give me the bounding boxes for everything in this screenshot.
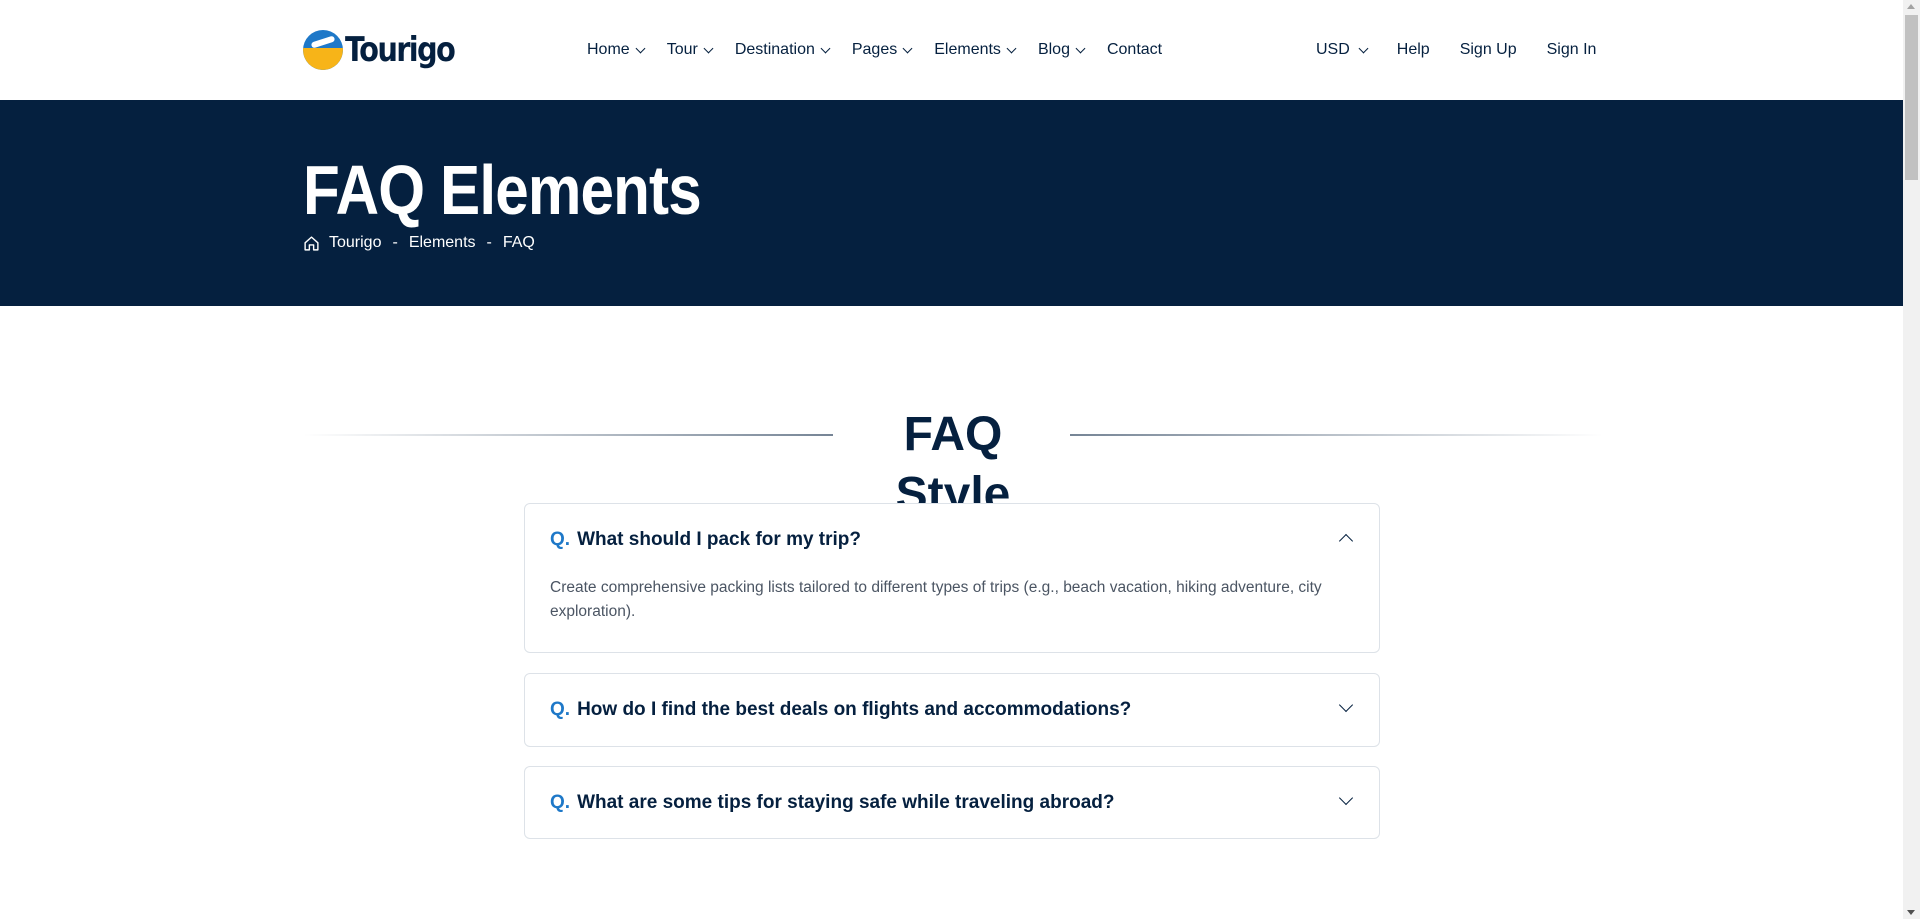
chevron-down-icon (820, 43, 831, 53)
scroll-down-arrow-icon[interactable] (1907, 910, 1915, 915)
nav-item-destination[interactable]: Destination (734, 41, 831, 59)
nav-item-label: Home (587, 41, 630, 58)
faq-question-toggle[interactable]: Q. How do I find the best deals on fligh… (525, 674, 1379, 746)
page-scrollbar[interactable] (1903, 0, 1920, 919)
nav-item-label: Elements (934, 41, 1001, 58)
chevron-down-icon[interactable] (1338, 790, 1354, 806)
divider-line (1070, 434, 1603, 436)
nav-item-contact[interactable]: Contact (1107, 41, 1162, 59)
faq-question: How do I find the best deals on flights … (577, 699, 1132, 720)
chevron-down-icon (1358, 43, 1369, 53)
breadcrumb: Tourigo - Elements - FAQ (303, 234, 535, 252)
scroll-up-arrow-icon[interactable] (1907, 4, 1915, 9)
breadcrumb-separator: - (486, 234, 492, 251)
currency-label: USD (1316, 41, 1350, 58)
logo-text: Tourigo (345, 30, 456, 70)
faq-answer: Create comprehensive packing lists tailo… (550, 579, 1322, 620)
faq-question-toggle[interactable]: Q. What should I pack for my trip? (525, 504, 1379, 576)
chevron-up-icon[interactable] (1338, 533, 1354, 549)
chevron-down-icon (902, 43, 913, 53)
faq-question-toggle[interactable]: Q. What are some tips for staying safe w… (525, 767, 1379, 839)
faq-question: What should I pack for my trip? (577, 529, 862, 550)
breadcrumb-item-home[interactable]: Tourigo (329, 234, 381, 252)
faq-question: What are some tips for staying safe whil… (577, 792, 1115, 813)
nav-item-label: Destination (734, 41, 815, 58)
nav-item-label: Contact (1106, 41, 1163, 58)
divider-line (303, 434, 833, 436)
home-icon[interactable] (303, 235, 320, 252)
nav-item-tour[interactable]: Tour (666, 41, 714, 59)
nav-item-blog[interactable]: Blog (1037, 41, 1086, 59)
page-title: FAQ Elements (303, 151, 702, 229)
nav-item-label: Pages (851, 41, 898, 58)
currency-select[interactable]: USD (1316, 41, 1369, 59)
faq-item: Q. What are some tips for staying safe w… (524, 766, 1380, 839)
nav-item-elements[interactable]: Elements (934, 41, 1017, 59)
site-header: Tourigo Home Tour Destination Pages Elem… (0, 0, 1903, 100)
faq-prefix: Q. (550, 529, 571, 550)
nav-item-label: Blog (1037, 41, 1070, 58)
faq-prefix: Q. (550, 699, 571, 720)
main-nav: Home Tour Destination Pages Elements Blo… (587, 0, 1185, 100)
breadcrumb-separator: - (392, 234, 398, 251)
faq-prefix: Q. (550, 792, 571, 813)
globe-plane-icon (303, 30, 343, 70)
nav-item-home[interactable]: Home (587, 41, 646, 59)
chevron-down-icon (1075, 43, 1086, 53)
chevron-down-icon (703, 43, 714, 53)
scrollbar-thumb[interactable] (1905, 15, 1918, 180)
breadcrumb-item-elements[interactable]: Elements (409, 234, 476, 252)
page-hero: FAQ Elements Tourigo - Elements - FAQ (0, 100, 1903, 306)
chevron-down-icon (635, 43, 646, 53)
chevron-down-icon (1006, 43, 1017, 53)
help-link[interactable]: Help (1397, 41, 1430, 59)
logo-link[interactable]: Tourigo (303, 28, 473, 72)
section-heading: FAQ Style (303, 405, 1603, 521)
nav-item-label: Tour (666, 41, 698, 58)
account-nav: USD Help Sign Up Sign In (1316, 0, 1596, 100)
faq-item: Q. What should I pack for my trip? Creat… (524, 503, 1380, 653)
nav-item-pages[interactable]: Pages (851, 41, 913, 59)
breadcrumb-item-current: FAQ (502, 234, 535, 251)
faq-item: Q. How do I find the best deals on fligh… (524, 673, 1380, 747)
sign-in-link[interactable]: Sign In (1547, 41, 1597, 59)
chevron-down-icon[interactable] (1338, 697, 1354, 713)
sign-up-link[interactable]: Sign Up (1460, 41, 1517, 59)
